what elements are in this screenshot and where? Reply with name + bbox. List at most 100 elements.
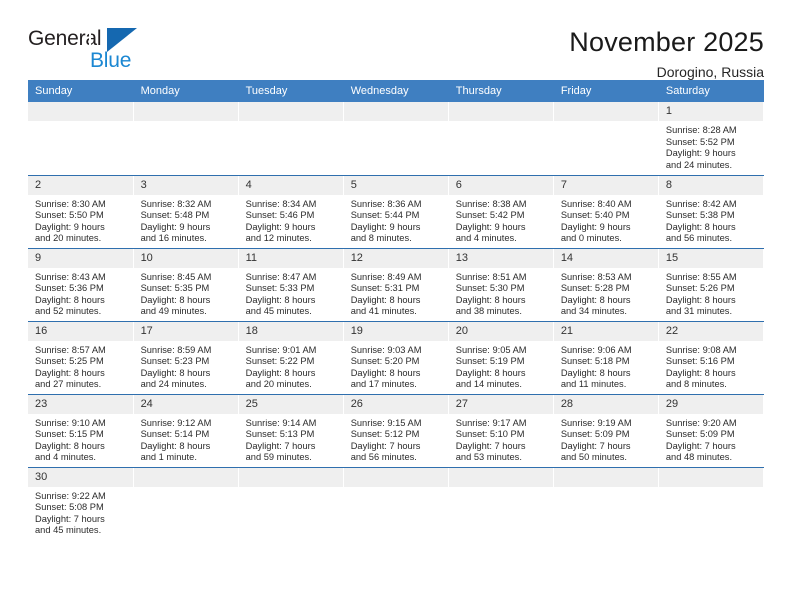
calendar-day-cell[interactable]: 25 Sunrise: 9:14 AM Sunset: 5:13 PM Dayligh… [238,394,344,468]
daylight-text-line2: and 56 minutes. [665,233,733,244]
day-number [238,102,343,121]
sunset-text: Sunset: 5:14 PM [140,429,210,440]
sun-info: Sunrise: 8:34 AM Sunset: 5:46 PM Daylight:… [239,195,343,245]
sunrise-text: Sunrise: 8:32 AM [140,198,212,209]
sunrise-text: Sunrise: 9:08 AM [665,344,737,355]
calendar-day-cell[interactable]: 11 Sunrise: 8:47 AM Sunset: 5:33 PM Dayligh… [238,248,344,322]
calendar-week-row: 1 Sunrise: 8:28 AM Sunset: 5:52 PM Daylight… [28,102,765,176]
day-box [133,102,238,175]
calendar-day-cell[interactable]: 2 Sunrise: 8:30 AM Sunset: 5:50 PM Daylight… [28,175,134,249]
calendar-day-cell-empty [448,467,554,540]
daylight-text-line1: Daylight: 9 hours [350,221,421,232]
day-number: 4 [238,175,343,195]
calendar-day-cell[interactable]: 13 Sunrise: 8:51 AM Sunset: 5:30 PM Dayligh… [448,248,554,322]
sun-info: Sunrise: 8:49 AM Sunset: 5:31 PM Daylight:… [344,268,448,318]
calendar-day-cell[interactable]: 26 Sunrise: 9:15 AM Sunset: 5:12 PM Dayligh… [343,394,449,468]
calendar-day-cell[interactable]: 1 Sunrise: 8:28 AM Sunset: 5:52 PM Daylight… [658,102,765,176]
calendar-day-cell[interactable]: 23 Sunrise: 9:10 AM Sunset: 5:15 PM Dayligh… [28,394,134,468]
calendar-day-cell[interactable]: 29 Sunrise: 9:20 AM Sunset: 5:09 PM Dayligh… [658,394,765,468]
calendar-day-cell[interactable]: 28 Sunrise: 9:19 AM Sunset: 5:09 PM Dayligh… [553,394,659,468]
sunset-text: Sunset: 5:50 PM [35,210,104,221]
calendar-day-cell[interactable]: 4 Sunrise: 8:34 AM Sunset: 5:46 PM Daylight… [238,175,344,249]
daylight-text-line1: Daylight: 7 hours [455,440,526,451]
sun-info: Sunrise: 9:22 AM Sunset: 5:08 PM Daylight:… [28,487,133,537]
calendar-day-cell[interactable]: 15 Sunrise: 8:55 AM Sunset: 5:26 PM Dayligh… [658,248,765,322]
calendar-day-cell-empty [133,102,239,176]
sunset-text: Sunset: 5:36 PM [35,283,104,294]
day-box [343,102,448,175]
calendar-day-cell[interactable]: 22 Sunrise: 9:08 AM Sunset: 5:16 PM Dayligh… [658,321,765,395]
weekday-header-thursday: Thursday [448,80,554,102]
calendar-day-cell-empty [28,102,134,176]
day-box: 22 Sunrise: 9:08 AM Sunset: 5:16 PM Dayligh… [658,321,763,394]
weekday-header-monday: Monday [133,80,239,102]
sun-info: Sunrise: 9:05 AM Sunset: 5:19 PM Daylight:… [449,341,553,391]
daylight-text-line1: Daylight: 7 hours [245,440,316,451]
day-box [658,467,763,541]
sunrise-text: Sunrise: 9:20 AM [665,417,737,428]
calendar-day-cell[interactable]: 24 Sunrise: 9:12 AM Sunset: 5:14 PM Dayligh… [133,394,239,468]
day-box: 13 Sunrise: 8:51 AM Sunset: 5:30 PM Dayligh… [448,248,553,321]
day-number [238,467,343,487]
calendar-day-cell[interactable]: 27 Sunrise: 9:17 AM Sunset: 5:10 PM Dayligh… [448,394,554,468]
calendar-day-cell[interactable]: 10 Sunrise: 8:45 AM Sunset: 5:35 PM Dayligh… [133,248,239,322]
daylight-text-line1: Daylight: 8 hours [350,367,421,378]
page-header: General Blue November 2025 Dorogino, Rus… [28,0,764,80]
daylight-text-line1: Daylight: 8 hours [665,294,736,305]
calendar-day-cell-empty [133,467,239,540]
daylight-text-line1: Daylight: 9 hours [560,221,631,232]
sunset-text: Sunset: 5:13 PM [245,429,315,440]
calendar-day-cell[interactable]: 16 Sunrise: 8:57 AM Sunset: 5:25 PM Dayligh… [28,321,134,395]
weekday-header-friday: Friday [553,80,659,102]
daylight-text-line2: and 38 minutes. [455,306,522,317]
calendar-day-cell-empty [343,102,449,176]
sunset-text: Sunset: 5:33 PM [245,283,315,294]
sunset-text: Sunset: 5:48 PM [140,210,210,221]
calendar-day-cell[interactable]: 7 Sunrise: 8:40 AM Sunset: 5:40 PM Daylight… [553,175,659,249]
calendar-day-cell[interactable]: 3 Sunrise: 8:32 AM Sunset: 5:48 PM Daylight… [133,175,239,249]
day-box: 20 Sunrise: 9:05 AM Sunset: 5:19 PM Dayligh… [448,321,553,394]
sun-info: Sunrise: 9:10 AM Sunset: 5:15 PM Daylight:… [28,414,133,464]
calendar-week-row: 16 Sunrise: 8:57 AM Sunset: 5:25 PM Dayligh… [28,321,765,395]
calendar-day-cell[interactable]: 17 Sunrise: 8:59 AM Sunset: 5:23 PM Dayligh… [133,321,239,395]
calendar-day-cell[interactable]: 21 Sunrise: 9:06 AM Sunset: 5:18 PM Dayligh… [553,321,659,395]
daylight-text-line1: Daylight: 7 hours [350,440,421,451]
sunrise-text: Sunrise: 8:45 AM [140,271,212,282]
calendar-day-cell[interactable]: 18 Sunrise: 9:01 AM Sunset: 5:22 PM Dayligh… [238,321,344,395]
daylight-text-line2: and 8 minutes. [350,233,412,244]
calendar-table: Sunday Monday Tuesday Wednesday Thursday… [28,80,765,541]
day-box: 3 Sunrise: 8:32 AM Sunset: 5:48 PM Daylight… [133,175,238,248]
calendar-day-cell[interactable]: 8 Sunrise: 8:42 AM Sunset: 5:38 PM Daylight… [658,175,765,249]
daylight-text-line2: and 56 minutes. [350,452,417,463]
day-number: 24 [133,394,238,414]
daylight-text-line2: and 50 minutes. [560,452,627,463]
sunset-text: Sunset: 5:42 PM [455,210,525,221]
day-number: 19 [343,321,448,341]
day-box: 25 Sunrise: 9:14 AM Sunset: 5:13 PM Dayligh… [238,394,343,467]
day-box: 2 Sunrise: 8:30 AM Sunset: 5:50 PM Daylight… [28,175,133,248]
day-box: 21 Sunrise: 9:06 AM Sunset: 5:18 PM Dayligh… [553,321,658,394]
sunrise-text: Sunrise: 9:14 AM [245,417,317,428]
sun-info: Sunrise: 9:17 AM Sunset: 5:10 PM Daylight:… [449,414,553,464]
calendar-day-cell[interactable]: 19 Sunrise: 9:03 AM Sunset: 5:20 PM Dayligh… [343,321,449,395]
day-number [133,102,238,121]
calendar-day-cell[interactable]: 5 Sunrise: 8:36 AM Sunset: 5:44 PM Daylight… [343,175,449,249]
day-number: 16 [28,321,133,341]
calendar-day-cell[interactable]: 12 Sunrise: 8:49 AM Sunset: 5:31 PM Dayligh… [343,248,449,322]
day-box: 18 Sunrise: 9:01 AM Sunset: 5:22 PM Dayligh… [238,321,343,394]
sun-info: Sunrise: 8:28 AM Sunset: 5:52 PM Daylight:… [659,121,763,171]
sunrise-text: Sunrise: 8:38 AM [455,198,527,209]
calendar-page: General Blue November 2025 Dorogino, Rus… [0,0,792,612]
daylight-text-line1: Daylight: 8 hours [35,294,105,305]
daylight-text-line1: Daylight: 8 hours [35,440,105,451]
daylight-text-line2: and 24 minutes. [140,379,207,390]
general-blue-logo[interactable]: General Blue [28,26,148,74]
calendar-day-cell[interactable]: 14 Sunrise: 8:53 AM Sunset: 5:28 PM Dayligh… [553,248,659,322]
day-box: 23 Sunrise: 9:10 AM Sunset: 5:15 PM Dayligh… [28,394,133,467]
calendar-day-cell[interactable]: 20 Sunrise: 9:05 AM Sunset: 5:19 PM Dayligh… [448,321,554,395]
sunrise-text: Sunrise: 8:55 AM [665,271,737,282]
calendar-day-cell[interactable]: 9 Sunrise: 8:43 AM Sunset: 5:36 PM Daylight… [28,248,134,322]
day-box: 28 Sunrise: 9:19 AM Sunset: 5:09 PM Dayligh… [553,394,658,467]
calendar-day-cell[interactable]: 6 Sunrise: 8:38 AM Sunset: 5:42 PM Daylight… [448,175,554,249]
calendar-day-cell[interactable]: 30 Sunrise: 9:22 AM Sunset: 5:08 PM Dayligh… [28,467,134,540]
